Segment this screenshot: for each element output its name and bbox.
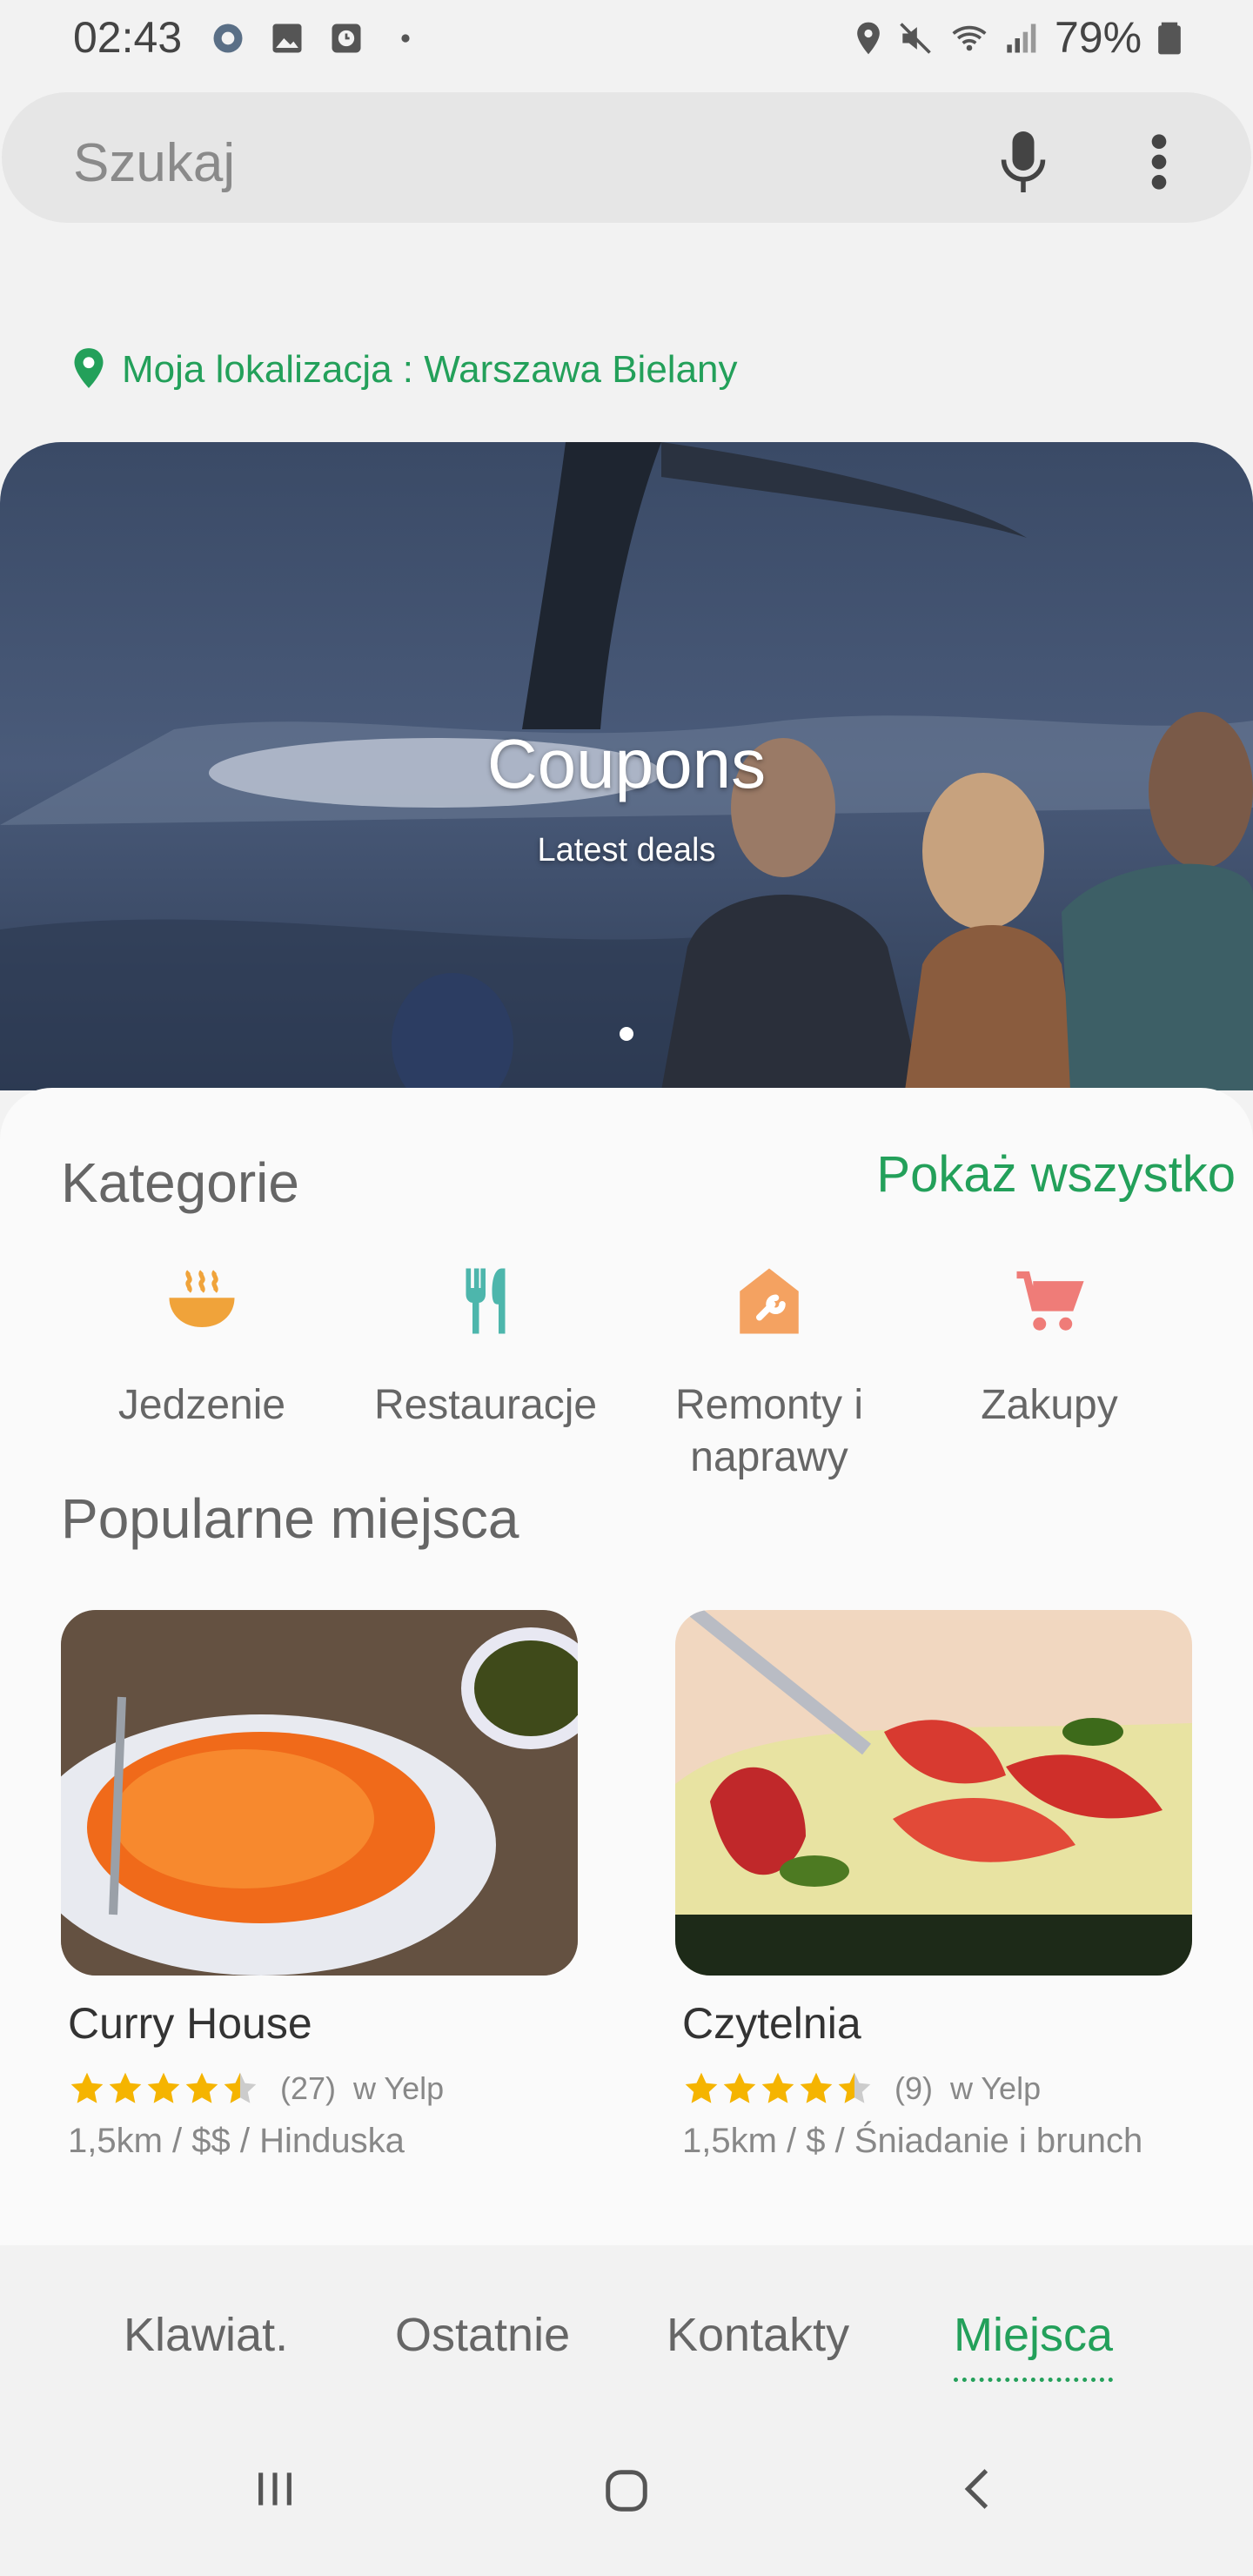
status-bar: 02:43 79% — [0, 0, 1253, 78]
bottom-tabs: Klawiat. Ostatnie Kontakty Miejsca — [0, 2245, 1253, 2419]
house-wrench-icon — [740, 1268, 799, 1334]
place-photo[interactable] — [675, 1610, 1192, 1976]
star-half-icon — [838, 2072, 871, 2103]
carousel-indicator[interactable] — [620, 1027, 633, 1041]
content-card: Kategorie Pokaż wszystko Jedzenie Restau… — [0, 1088, 1253, 2245]
star-full-icon — [761, 2072, 794, 2103]
star-full-icon — [723, 2072, 756, 2103]
cutlery-icon — [466, 1268, 506, 1334]
location-label[interactable]: Moja lokalizacja : Warszawa Bielany — [122, 348, 738, 392]
review-count: (27) — [280, 2070, 337, 2106]
place-name[interactable]: Czytelnia — [682, 1998, 1192, 2049]
star-half-icon — [224, 2072, 257, 2103]
category-jedzenie[interactable]: Jedzenie — [54, 1262, 350, 1432]
category-restauracje[interactable]: Restauracje — [338, 1262, 633, 1432]
place-card-czytelnia[interactable]: Czytelnia (9) w Yelp 1,5km / $ / Śniadan… — [675, 1610, 1192, 2161]
categories-title: Kategorie — [61, 1151, 299, 1214]
place-name[interactable]: Curry House — [68, 1998, 578, 2049]
star-full-icon — [800, 2072, 833, 2103]
category-label: Remonty i naprawy — [674, 1382, 864, 1480]
rating-row: (27) w Yelp — [68, 2070, 578, 2108]
rating-row: (9) w Yelp — [682, 2070, 1192, 2108]
navigation-bar — [0, 2419, 1253, 2576]
battery-percent: 79% — [1055, 13, 1142, 62]
back-icon[interactable] — [954, 2465, 1002, 2513]
search-bar[interactable]: Szukaj — [2, 92, 1251, 223]
gear-icon — [213, 23, 243, 53]
review-source: w Yelp — [353, 2070, 445, 2106]
more-options-icon[interactable] — [1142, 127, 1176, 197]
search-input[interactable]: Szukaj — [73, 132, 235, 194]
dot-icon — [401, 34, 410, 43]
food-bowl-icon — [169, 1270, 235, 1327]
review-source: w Yelp — [950, 2070, 1042, 2106]
location-pin-icon — [74, 348, 104, 388]
category-label: Zakupy — [981, 1382, 1118, 1428]
tab-ostatnie[interactable]: Ostatnie — [395, 2308, 570, 2362]
place-card-curry-house[interactable]: Curry House (27) w Yelp 1,5km / $$ / Hin… — [61, 1610, 578, 2161]
active-tab-indicator — [954, 2378, 1114, 2382]
star-rating — [68, 2070, 259, 2108]
battery-icon — [1158, 22, 1181, 55]
category-zakupy[interactable]: Zakupy — [901, 1262, 1197, 1432]
czytelnia-photo — [675, 1610, 1192, 1976]
star-full-icon — [70, 2072, 104, 2103]
location-icon — [857, 22, 880, 55]
microphone-icon[interactable] — [997, 127, 1049, 197]
tab-kontakty[interactable]: Kontakty — [667, 2308, 849, 2362]
review-count: (9) — [895, 2070, 933, 2106]
star-full-icon — [185, 2072, 218, 2103]
star-rating — [682, 2070, 874, 2108]
clock-icon — [332, 23, 361, 53]
star-full-icon — [685, 2072, 718, 2103]
place-photo[interactable] — [61, 1610, 578, 1976]
image-icon — [272, 23, 302, 53]
recent-apps-icon[interactable] — [251, 2465, 299, 2513]
category-label: Jedzenie — [117, 1382, 286, 1428]
tab-klawiat[interactable]: Klawiat. — [124, 2308, 288, 2362]
tab-miejsca-label: Miejsca — [954, 2309, 1114, 2361]
place-meta: 1,5km / $ / Śniadanie i brunch — [682, 2122, 1143, 2160]
banner-title: Coupons — [486, 725, 767, 802]
home-icon[interactable] — [600, 2465, 653, 2517]
category-label: Restauracje — [373, 1382, 598, 1428]
mute-icon — [900, 23, 931, 54]
status-time: 02:43 — [73, 13, 183, 62]
coupons-banner[interactable]: Coupons Latest deals — [0, 442, 1253, 1090]
curry-photo — [61, 1610, 578, 1976]
star-full-icon — [109, 2072, 142, 2103]
popular-places-title: Popularne miejsca — [61, 1487, 519, 1550]
place-meta: 1,5km / $$ / Hinduska — [68, 2122, 405, 2160]
star-full-icon — [147, 2072, 180, 2103]
category-remonty[interactable]: Remonty i naprawy — [621, 1262, 917, 1484]
tab-miejsca[interactable]: Miejsca — [954, 2308, 1114, 2382]
show-all-button[interactable]: Pokaż wszystko — [876, 1145, 1236, 1204]
banner-subtitle: Latest deals — [537, 832, 716, 869]
signal-icon — [1007, 23, 1036, 53]
cart-icon — [1016, 1271, 1084, 1331]
wifi-icon — [952, 25, 987, 51]
